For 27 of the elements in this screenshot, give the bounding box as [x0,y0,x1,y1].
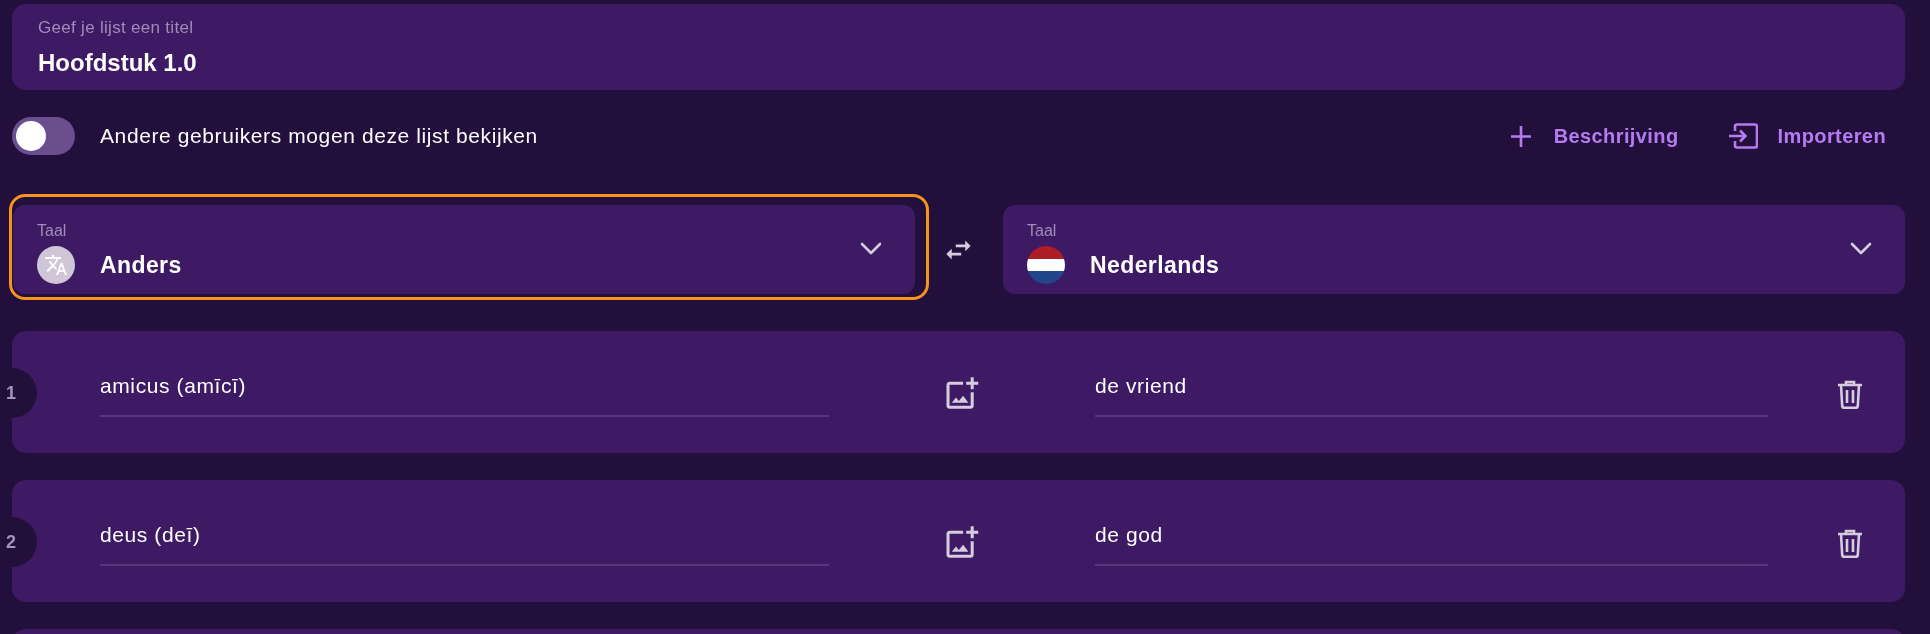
definition-field[interactable]: de god [1095,520,1768,566]
import-button[interactable]: Importeren [1728,121,1886,151]
swap-arrows-icon [945,238,972,261]
swap-button[interactable] [945,238,972,261]
add-image-button[interactable] [945,376,979,410]
title-field[interactable]: Geef je lijst een titel Hoofdstuk 1.0 [12,4,1905,90]
image-plus-icon [945,525,979,559]
import-icon [1728,123,1758,149]
delete-button[interactable] [1837,380,1863,409]
toggle-label: Andere gebruikers mogen deze lijst bekijken [100,123,538,150]
language-select[interactable]: Taal Nederlands [1003,205,1905,294]
translate-icon [37,246,75,284]
term-field[interactable]: amicus (amīcī) [100,371,829,417]
image-plus-icon [945,376,979,410]
trash-icon [1837,529,1863,558]
delete-button[interactable] [1837,529,1863,558]
term-field[interactable]: deus (deī) [100,520,829,566]
add-description-button[interactable]: Beschrijving [1509,121,1679,151]
chevron-down-icon [860,242,882,255]
definition-field[interactable]: de vriend [1095,371,1768,417]
chevron-down-icon [1850,242,1872,255]
add-image-button[interactable] [945,525,979,559]
plus-icon [1509,124,1532,148]
flag-icon [1027,246,1065,284]
visibility-toggle[interactable] [12,117,75,155]
trash-icon [1837,380,1863,409]
language-select[interactable]: Taal Anders [13,205,915,294]
